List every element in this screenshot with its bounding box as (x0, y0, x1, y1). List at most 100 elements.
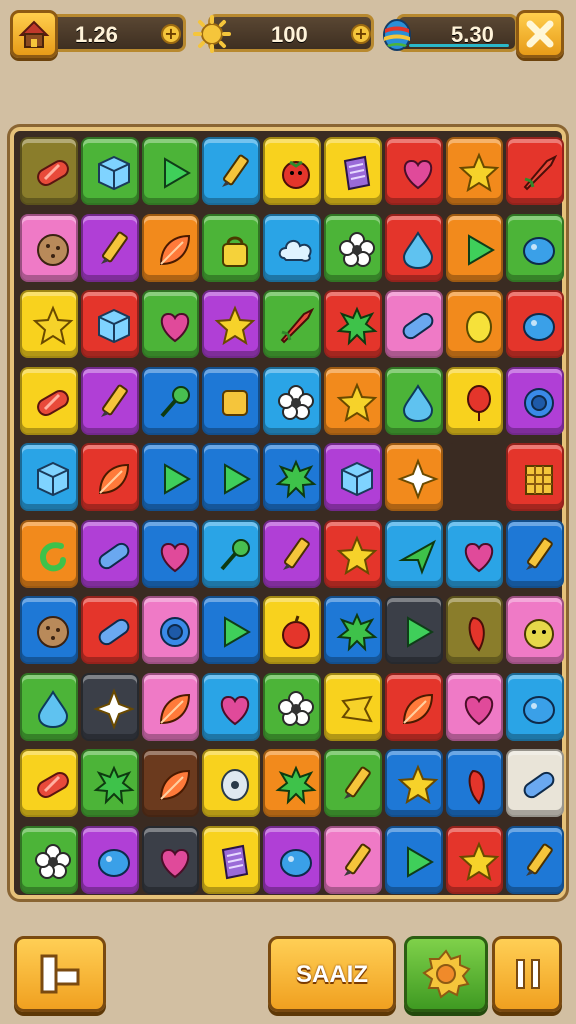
tile-star[interactable] (445, 137, 504, 205)
tile-cube[interactable] (324, 443, 382, 511)
tile-cloud[interactable] (263, 213, 321, 282)
tile-triangle[interactable] (445, 213, 504, 282)
tile-heart[interactable] (141, 290, 200, 358)
tile-drop[interactable] (20, 672, 78, 741)
tile-pencil[interactable] (80, 213, 139, 282)
tile-pencil[interactable] (506, 825, 565, 894)
tile-drop[interactable] (384, 366, 443, 435)
tile-drop[interactable] (384, 213, 443, 282)
tile-candy[interactable] (20, 137, 78, 205)
tile-capsule[interactable] (384, 290, 443, 358)
tile-egg[interactable] (202, 749, 261, 817)
tile-leaf[interactable] (141, 749, 200, 817)
tile-pencil[interactable] (80, 366, 139, 435)
tile-pepper[interactable] (445, 596, 504, 664)
add-coins-button[interactable]: + (351, 24, 371, 44)
tile-ribbon[interactable] (324, 672, 382, 741)
tile-cube[interactable] (80, 137, 139, 205)
tile-triangle[interactable] (141, 137, 200, 205)
tile-tomato[interactable] (263, 137, 321, 205)
tile-crate[interactable] (506, 443, 565, 511)
tile-heart[interactable] (445, 519, 504, 588)
tile-star[interactable] (324, 519, 382, 588)
tile-star[interactable] (445, 825, 504, 894)
tile-splat[interactable] (263, 443, 321, 511)
tile-key[interactable] (202, 519, 261, 588)
tile-blob[interactable] (506, 672, 565, 741)
tile-pepper[interactable] (445, 749, 504, 817)
tile-box[interactable] (324, 137, 382, 205)
tile-bag[interactable] (202, 213, 261, 282)
tile-ring[interactable] (506, 366, 565, 435)
tile-cookie[interactable] (20, 596, 78, 664)
tile-splat[interactable] (324, 290, 382, 358)
tile-triangle[interactable] (202, 596, 261, 664)
tile-star[interactable] (384, 749, 443, 817)
tile-arrow[interactable] (384, 519, 443, 588)
tile-heart[interactable] (141, 519, 200, 588)
tile-heart[interactable] (141, 825, 200, 894)
settings-button[interactable] (404, 936, 488, 1012)
tile-star[interactable] (202, 290, 261, 358)
tile-square[interactable] (202, 366, 261, 435)
tile-heart[interactable] (445, 672, 504, 741)
candy-icon (37, 160, 69, 186)
exit-button[interactable] (14, 936, 106, 1012)
pause-button[interactable] (492, 936, 562, 1012)
tile-flower[interactable] (324, 213, 382, 282)
tile-pencil[interactable] (324, 749, 382, 817)
tile-blob[interactable] (80, 825, 139, 894)
tile-heart[interactable] (384, 137, 443, 205)
tile-flower[interactable] (263, 672, 321, 741)
tile-cube[interactable] (80, 290, 139, 358)
tile-splat[interactable] (80, 749, 139, 817)
tile-rocket[interactable] (506, 137, 565, 205)
tile-cookie[interactable] (20, 213, 78, 282)
tile-pencil[interactable] (324, 825, 382, 894)
tile-star[interactable] (324, 366, 382, 435)
tile-triangle[interactable] (384, 596, 443, 664)
tile-triangle[interactable] (384, 825, 443, 894)
tile-leaf[interactable] (80, 443, 139, 511)
tile-capsule[interactable] (80, 519, 139, 588)
tile-triangle[interactable] (202, 443, 261, 511)
tile-rocket[interactable] (263, 290, 321, 358)
tile-pencil[interactable] (263, 519, 321, 588)
tile-heart[interactable] (202, 672, 261, 741)
home-button[interactable] (10, 10, 58, 58)
shuffle-button[interactable]: SAAIZ (268, 936, 396, 1012)
tile-blob[interactable] (263, 825, 321, 894)
tile-star4[interactable] (384, 443, 443, 511)
tile-flower[interactable] (20, 825, 78, 894)
tile-flower[interactable] (263, 366, 321, 435)
tile-key[interactable] (141, 366, 200, 435)
gems-counter: 5.30 (396, 14, 518, 52)
tile-pencil[interactable] (202, 137, 261, 205)
tile-capsule[interactable] (80, 596, 139, 664)
tile-star[interactable] (20, 290, 78, 358)
triangle-icon (406, 616, 434, 648)
add-lives-button[interactable]: + (161, 24, 181, 44)
tile-blob[interactable] (506, 290, 565, 358)
tile-candy[interactable] (20, 366, 78, 435)
tile-pencil[interactable] (506, 519, 565, 588)
tile-cube[interactable] (20, 443, 78, 511)
tile-ring[interactable] (141, 596, 200, 664)
tile-leaf[interactable] (384, 672, 443, 741)
tile-blob[interactable] (506, 213, 565, 282)
tile-leaf[interactable] (141, 672, 200, 741)
tile-lemon[interactable] (445, 290, 504, 358)
tile-splat[interactable] (324, 596, 382, 664)
tile-star4[interactable] (80, 672, 139, 741)
tile-capsule[interactable] (506, 749, 565, 817)
tile-balloon[interactable] (445, 366, 504, 435)
tile-splat[interactable] (263, 749, 321, 817)
tile-triangle[interactable] (141, 443, 200, 511)
tile-hook[interactable] (20, 519, 78, 588)
tile-candy[interactable] (20, 749, 78, 817)
close-button[interactable] (516, 10, 564, 58)
tile-box[interactable] (202, 825, 261, 894)
tile-leaf[interactable] (141, 213, 200, 282)
tile-face[interactable] (506, 596, 565, 664)
tile-apple[interactable] (263, 596, 321, 664)
